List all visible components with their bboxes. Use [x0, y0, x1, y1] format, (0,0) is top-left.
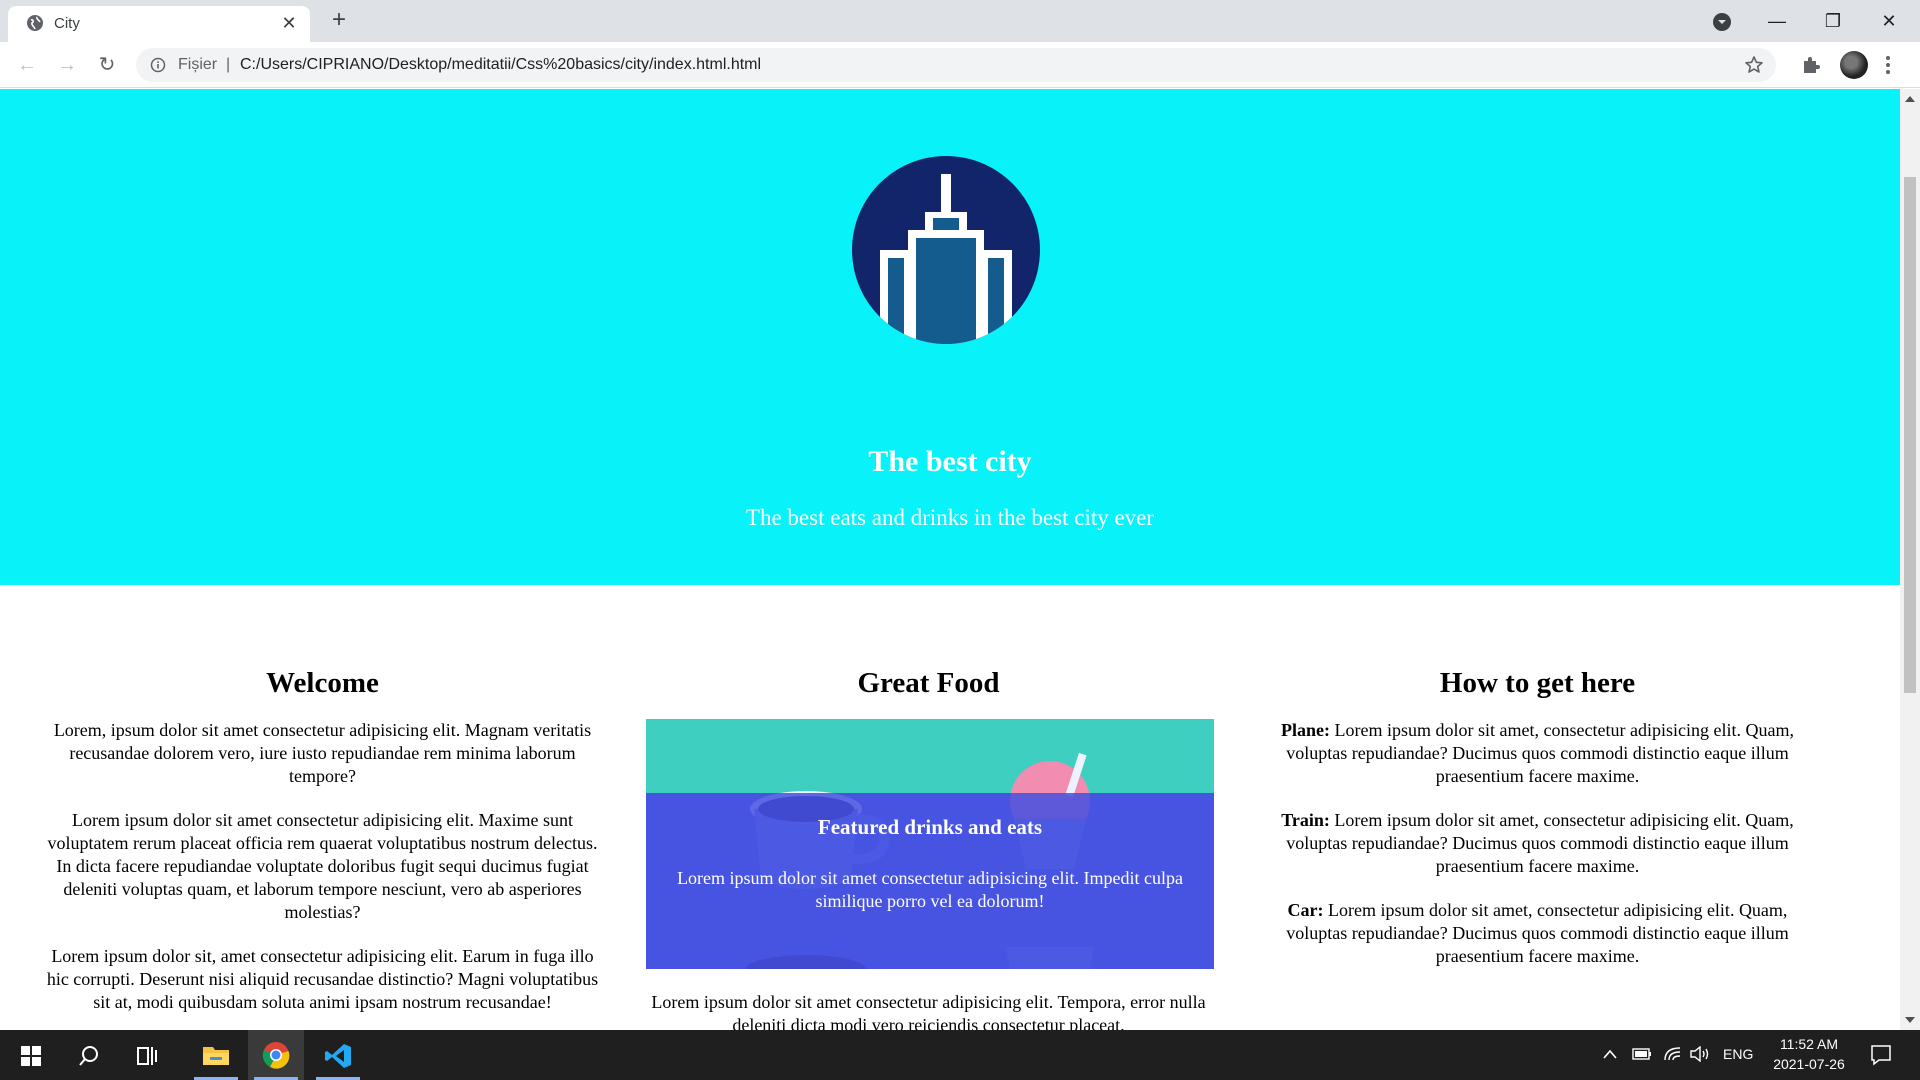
taskbar-search-button[interactable]: [60, 1030, 116, 1080]
food-column: Great Food Featured drinks and eats Lore…: [646, 667, 1214, 1030]
welcome-paragraph: Lorem, ipsum dolor sit amet consectetur …: [53, 720, 592, 786]
chrome-icon: [262, 1042, 290, 1069]
hero-title: The best city: [868, 445, 1032, 478]
close-window-button[interactable]: ✕: [1874, 6, 1904, 36]
browser-tab[interactable]: City ✕: [8, 6, 310, 42]
tab-search-icon[interactable]: [1712, 12, 1732, 32]
profile-avatar[interactable]: [1840, 51, 1868, 79]
welcome-heading: Welcome: [266, 667, 379, 699]
clock[interactable]: 11:52 AM 2021-07-26: [1766, 1036, 1852, 1072]
reload-button[interactable]: ↻: [92, 50, 122, 80]
windows-start-icon: [21, 1046, 41, 1066]
welcome-paragraph: Lorem ipsum dolor sit amet consectetur a…: [47, 810, 598, 922]
url-separator: |: [226, 56, 231, 73]
hero-subtitle: The best eats and drinks in the best cit…: [745, 505, 1155, 530]
file-explorer-icon: [203, 1047, 229, 1065]
featured-image-card: Featured drinks and eats Lorem ipsum dol…: [646, 719, 1214, 969]
new-tab-button[interactable]: +: [326, 8, 352, 34]
directions-item-car: Car: Lorem ipsum dolor sit amet, consect…: [1255, 899, 1820, 968]
food-paragraph: Lorem ipsum dolor sit amet consectetur a…: [651, 992, 1206, 1030]
language-indicator[interactable]: ENG: [1723, 1046, 1753, 1062]
url-text[interactable]: C:/Users/CIPRIANO/Desktop/meditatii/Css%…: [240, 56, 761, 74]
volume-icon[interactable]: [1690, 1046, 1710, 1062]
tab-close-icon[interactable]: ✕: [278, 12, 300, 34]
directions-text: Lorem ipsum dolor sit amet, consectetur …: [1286, 900, 1789, 966]
task-view-icon: [137, 1047, 157, 1065]
notifications-icon[interactable]: [1870, 1044, 1892, 1066]
city-tower-logo-icon: [852, 156, 1040, 344]
show-hidden-icons-chevron-icon[interactable]: [1602, 1048, 1618, 1060]
browser-toolbar: ← → ↻ Fișier | C:/Users/CIPRIANO/Desktop…: [0, 42, 1920, 88]
tab-title: City: [54, 15, 80, 32]
welcome-paragraph: Lorem ipsum dolor sit, amet consectetur …: [46, 946, 599, 1012]
clock-date: 2021-07-26: [1773, 1056, 1845, 1072]
scrollbar-thumb[interactable]: [1904, 177, 1916, 693]
directions-text: Lorem ipsum dolor sit amet, consectetur …: [1286, 720, 1794, 786]
vscode-icon: [325, 1044, 351, 1068]
address-bar[interactable]: Fișier | C:/Users/CIPRIANO/Desktop/medit…: [136, 48, 1776, 82]
clock-time: 11:52 AM: [1779, 1036, 1839, 1052]
start-button[interactable]: [2, 1030, 58, 1080]
directions-label: Car:: [1287, 900, 1324, 920]
featured-text: Lorem ipsum dolor sit amet consectetur a…: [677, 868, 1183, 911]
directions-item-plane: Plane: Lorem ipsum dolor sit amet, conse…: [1255, 719, 1820, 788]
hero-section: The best city The best eats and drinks i…: [0, 89, 1900, 585]
windows-taskbar: ENG 11:52 AM 2021-07-26: [0, 1030, 1920, 1080]
browser-tab-bar: City ✕ + — ❐ ✕: [0, 0, 1920, 42]
extensions-puzzle-icon[interactable]: [1800, 54, 1822, 76]
directions-item-train: Train: Lorem ipsum dolor sit amet, conse…: [1255, 809, 1820, 878]
page-scrollbar[interactable]: [1900, 89, 1920, 1030]
forward-button[interactable]: →: [52, 50, 82, 80]
info-icon[interactable]: [150, 57, 166, 73]
directions-heading: How to get here: [1439, 667, 1636, 699]
more-menu-icon[interactable]: [1884, 54, 1892, 76]
back-button[interactable]: ←: [12, 50, 42, 80]
scroll-down-arrow-icon[interactable]: [1905, 1017, 1915, 1023]
globe-icon: [27, 15, 43, 31]
taskbar-chrome[interactable]: [248, 1030, 304, 1080]
url-scheme-label: Fișier: [178, 56, 218, 73]
taskbar-vscode[interactable]: [310, 1030, 366, 1080]
directions-column: How to get here Plane: Lorem ipsum dolor…: [1255, 667, 1820, 989]
search-icon: [79, 1046, 98, 1066]
restore-button[interactable]: ❐: [1818, 6, 1848, 36]
directions-label: Plane:: [1281, 720, 1331, 740]
task-view-button[interactable]: [120, 1030, 176, 1080]
scroll-up-arrow-icon[interactable]: [1905, 96, 1915, 102]
battery-icon[interactable]: [1632, 1047, 1652, 1061]
welcome-column: Welcome Lorem, ipsum dolor sit amet cons…: [40, 667, 605, 1030]
wifi-icon[interactable]: [1664, 1046, 1682, 1062]
bookmark-star-icon[interactable]: [1744, 55, 1764, 75]
food-heading: Great Food: [857, 667, 1000, 699]
directions-label: Train:: [1281, 810, 1330, 830]
taskbar-file-explorer[interactable]: [188, 1030, 244, 1080]
page-viewport: The best city The best eats and drinks i…: [0, 89, 1900, 1030]
minimize-button[interactable]: —: [1762, 6, 1792, 36]
featured-title: Featured drinks and eats: [817, 815, 1043, 839]
directions-text: Lorem ipsum dolor sit amet, consectetur …: [1286, 810, 1794, 876]
